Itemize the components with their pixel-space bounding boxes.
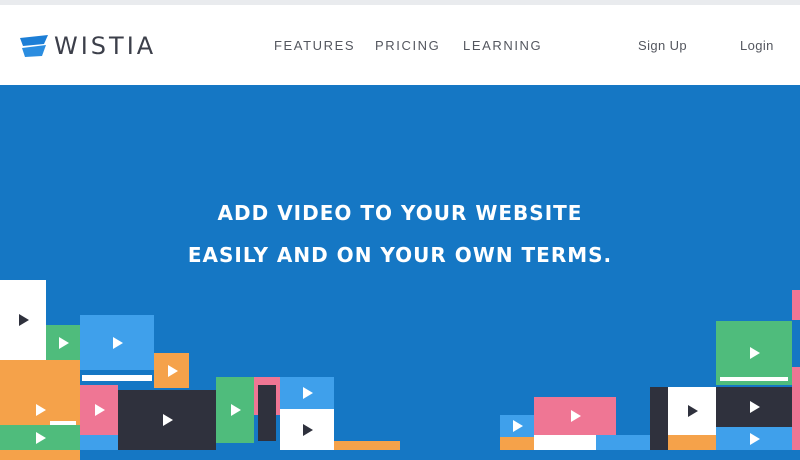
- right-video-tile: [500, 437, 534, 450]
- right-video-tile: [534, 435, 596, 450]
- right-video-tile: [716, 321, 792, 385]
- right-video-tile: [668, 387, 716, 435]
- play-icon: [19, 314, 29, 326]
- right-video-tile: [668, 435, 716, 450]
- left-video-tile: [80, 315, 154, 370]
- right-video-tile: [500, 415, 534, 437]
- login-link[interactable]: Login: [740, 37, 774, 55]
- tile-accent-bar: [50, 421, 76, 425]
- play-icon: [750, 432, 760, 445]
- left-video-tile: [280, 409, 334, 450]
- play-icon: [113, 336, 123, 349]
- play-icon: [303, 387, 313, 399]
- play-icon: [167, 364, 178, 377]
- play-icon: [750, 347, 760, 359]
- hero-headline-line-1: ADD VIDEO TO YOUR WEBSITE: [217, 201, 583, 225]
- left-video-tile: [118, 390, 216, 450]
- hero-section: ADD VIDEO TO YOUR WEBSITE EASILY AND ON …: [0, 85, 800, 460]
- brand-name: WISTIA: [54, 32, 157, 60]
- nav-link-features[interactable]: FEATURES: [274, 37, 355, 55]
- right-video-tile: [534, 397, 616, 435]
- play-icon: [688, 405, 698, 417]
- left-video-tile: [46, 325, 80, 360]
- left-video-tile: [80, 435, 118, 450]
- left-video-tile: [154, 353, 189, 388]
- sign-up-link[interactable]: Sign Up: [638, 37, 687, 55]
- play-icon: [163, 414, 173, 426]
- left-video-tile: [80, 385, 118, 435]
- play-icon: [750, 401, 760, 413]
- left-video-tile: [0, 425, 80, 450]
- site-header: WISTIA FEATURES PRICING LEARNING Sign Up…: [0, 5, 800, 85]
- play-icon: [59, 336, 69, 349]
- left-video-tile: [0, 280, 46, 360]
- left-video-tile: [216, 377, 254, 443]
- right-video-tile: [716, 387, 792, 427]
- tile-accent-bar: [82, 375, 152, 381]
- right-video-tile: [792, 367, 800, 450]
- play-icon: [513, 420, 523, 432]
- left-video-tile: [280, 377, 334, 409]
- play-icon: [303, 423, 313, 436]
- tile-accent-bar: [720, 377, 788, 381]
- play-icon: [95, 404, 105, 416]
- play-icon: [36, 431, 46, 444]
- right-video-tile: [650, 387, 668, 450]
- hero-headline-line-2: EASILY AND ON YOUR OWN TERMS.: [187, 243, 613, 267]
- nav-link-pricing[interactable]: PRICING: [375, 37, 440, 55]
- wistia-logo-icon: [20, 35, 48, 57]
- right-video-tile: [596, 435, 650, 450]
- play-icon: [231, 404, 241, 416]
- wistia-logo[interactable]: WISTIA: [20, 29, 156, 63]
- right-video-tile: [716, 427, 792, 450]
- play-icon: [571, 410, 581, 422]
- tile-accent-bar: [258, 385, 276, 441]
- nav-link-learning[interactable]: LEARNING: [463, 37, 542, 55]
- play-icon: [36, 404, 46, 416]
- right-video-tile: [792, 290, 800, 320]
- left-video-tile: [334, 441, 400, 450]
